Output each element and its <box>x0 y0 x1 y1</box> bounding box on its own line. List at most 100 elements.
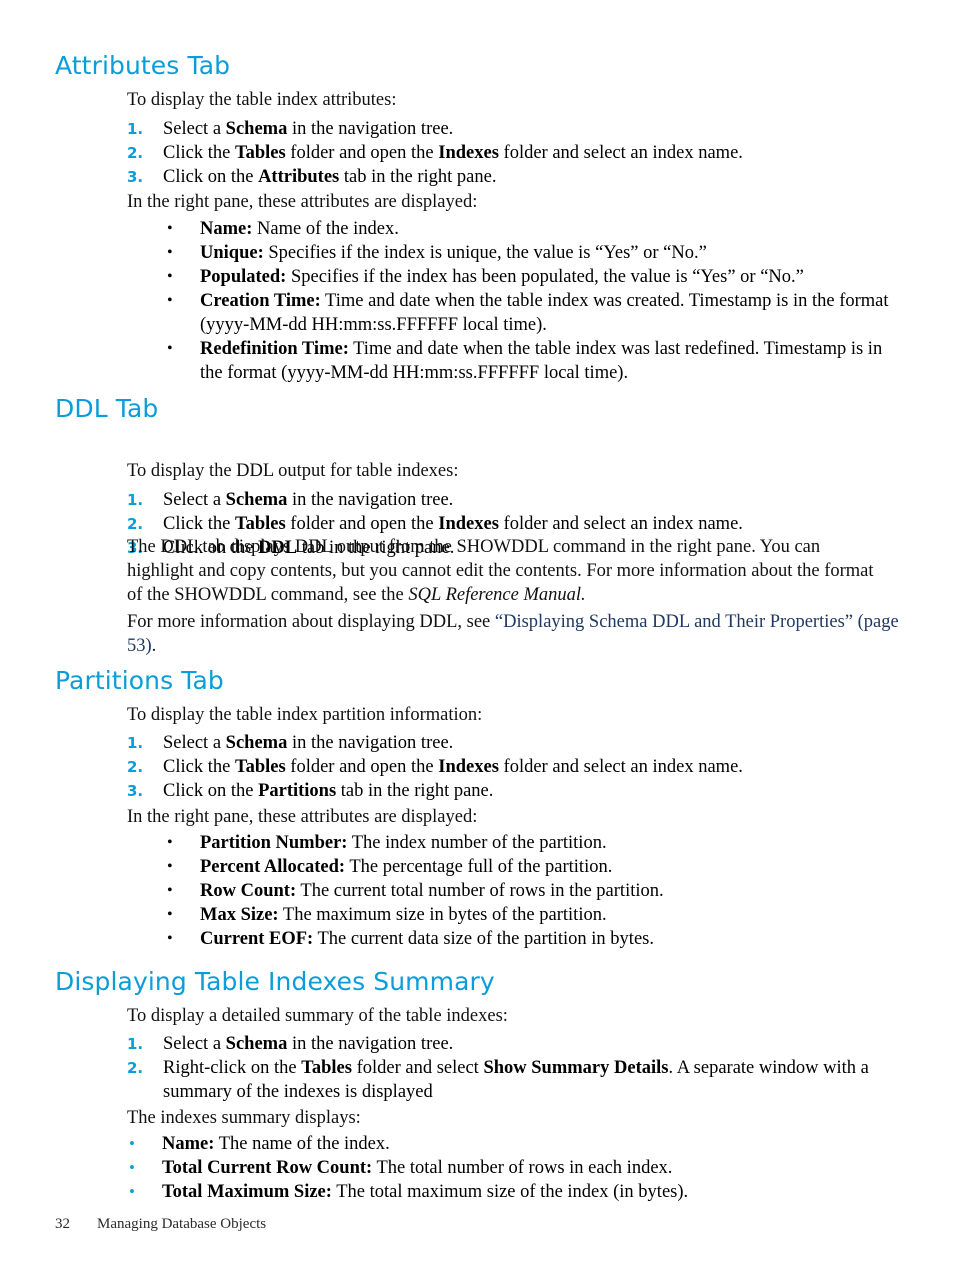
list-marker: 2. <box>127 515 144 533</box>
list-marker: 2. <box>127 144 144 162</box>
bullet-icon: • <box>167 268 173 285</box>
list-item: 2. Click the Tables folder and open the … <box>127 141 917 165</box>
list-item: 1. Select a Schema in the navigation tre… <box>127 117 917 141</box>
page-footer: 32 Managing Database Objects <box>55 1215 266 1233</box>
list-item: 3. Click on the Partitions tab in the ri… <box>127 779 917 803</box>
step-text: Select a Schema in the navigation tree. <box>163 1034 454 1054</box>
bullet-desc: The maximum size in bytes of the partiti… <box>278 905 607 925</box>
document-page: Attributes Tab To display the table inde… <box>0 0 954 1271</box>
bullet-term: Percent Allocated: <box>200 857 346 877</box>
list-marker: 1. <box>127 1035 144 1053</box>
bullet-term: Partition Number: <box>200 833 348 853</box>
list-item: 1. Select a Schema in the navigation tre… <box>127 731 917 755</box>
bullet-desc: The name of the index. <box>214 1134 390 1154</box>
bullet-icon: • <box>167 220 173 237</box>
bullet-term: Max Size: <box>200 905 279 925</box>
list-item: • Redefinition Time: Time and date when … <box>165 337 895 385</box>
xref-lead-in: For more information about displaying DD… <box>127 612 495 632</box>
bullet-icon: • <box>167 340 173 357</box>
xref-trailing: . <box>151 636 157 656</box>
bullet-icon: • <box>167 858 173 875</box>
bullet-desc: The total maximum size of the index (in … <box>331 1182 689 1202</box>
list-item: 1. Select a Schema in the navigation tre… <box>127 488 917 512</box>
bullet-term: Unique: <box>200 243 264 263</box>
bullet-icon: • <box>167 834 173 851</box>
bullet-term: Row Count: <box>200 881 297 901</box>
list-item: • Name: The name of the index. <box>127 1132 887 1156</box>
step-text: Click the Tables folder and open the Ind… <box>163 514 743 534</box>
step-text: Click on the Attributes tab in the right… <box>163 167 497 187</box>
bullet-desc: Specifies if the index is unique, the va… <box>263 243 707 263</box>
heading-ddl-tab: DDL Tab <box>55 394 159 423</box>
bullet-icon: • <box>167 244 173 261</box>
list-item: 2. Right-click on the Tables folder and … <box>127 1056 908 1104</box>
bullets-attributes-tab: • Name: Name of the index. • Unique: Spe… <box>165 217 895 385</box>
bullet-icon: • <box>167 906 173 923</box>
list-item: • Partition Number: The index number of … <box>165 831 895 855</box>
list-item: • Row Count: The current total number of… <box>165 879 895 903</box>
list-item: • Name: Name of the index. <box>165 217 895 241</box>
list-item: 1. Select a Schema in the navigation tre… <box>127 1032 917 1056</box>
list-item: 2. Click the Tables folder and open the … <box>127 512 917 536</box>
list-marker: 1. <box>127 120 144 138</box>
bullet-icon: • <box>167 882 173 899</box>
list-item: • Populated: Specifies if the index has … <box>165 265 895 289</box>
bullets-partitions-tab: • Partition Number: The index number of … <box>165 831 895 951</box>
list-item: • Unique: Specifies if the index is uniq… <box>165 241 895 265</box>
bullet-desc: The percentage full of the partition. <box>345 857 613 877</box>
bullet-icon: • <box>129 1134 135 1153</box>
bullet-term: Total Current Row Count: <box>162 1158 373 1178</box>
subintro-partitions-tab: In the right pane, these attributes are … <box>127 807 478 827</box>
heading-displaying-table-indexes-summary: Displaying Table Indexes Summary <box>55 967 495 996</box>
manual-title: SQL Reference Manual. <box>408 585 586 605</box>
bullet-term: Name: <box>200 219 253 239</box>
bullet-icon: • <box>129 1158 135 1177</box>
list-marker: 1. <box>127 734 144 752</box>
bullet-term: Populated: <box>200 267 287 287</box>
page-number: 32 <box>55 1216 70 1232</box>
list-item: • Percent Allocated: The percentage full… <box>165 855 895 879</box>
bullet-desc: Specifies if the index has been populate… <box>286 267 804 287</box>
bullet-desc: The total number of rows in each index. <box>372 1158 673 1178</box>
bullet-desc: The index number of the partition. <box>347 833 607 853</box>
intro-partitions-tab: To display the table index partition inf… <box>127 705 483 725</box>
bullets-indexes-summary: • Name: The name of the index. • Total C… <box>127 1132 887 1204</box>
list-marker: 3. <box>127 168 144 186</box>
step-text: Select a Schema in the navigation tree. <box>163 490 454 510</box>
list-item: • Current EOF: The current data size of … <box>165 927 895 951</box>
bullet-term: Name: <box>162 1134 215 1154</box>
bullet-desc: Name of the index. <box>252 219 399 239</box>
bullet-icon: • <box>167 930 173 947</box>
bullet-desc: The current total number of rows in the … <box>296 881 664 901</box>
list-item: • Creation Time: Time and date when the … <box>165 289 895 337</box>
list-item: • Total Current Row Count: The total num… <box>127 1156 887 1180</box>
bullet-term: Current EOF: <box>200 929 314 949</box>
list-item: • Max Size: The maximum size in bytes of… <box>165 903 895 927</box>
list-marker: 3. <box>127 782 144 800</box>
bullet-term: Total Maximum Size: <box>162 1182 332 1202</box>
step-text: Click the Tables folder and open the Ind… <box>163 143 743 163</box>
list-item: 2. Click the Tables folder and open the … <box>127 755 917 779</box>
bullet-icon: • <box>129 1182 135 1201</box>
steps-indexes-summary: 1. Select a Schema in the navigation tre… <box>127 1032 917 1104</box>
intro-indexes-summary: To display a detailed summary of the tab… <box>127 1006 508 1026</box>
footer-chapter-title: Managing Database Objects <box>97 1216 267 1232</box>
steps-attributes-tab: 1. Select a Schema in the navigation tre… <box>127 117 917 189</box>
step-text: Click on the Partitions tab in the right… <box>163 781 494 801</box>
intro-attributes-tab: To display the table index attributes: <box>127 90 397 110</box>
step-text: Select a Schema in the navigation tree. <box>163 733 454 753</box>
list-marker: 2. <box>127 758 144 776</box>
body-ddl-tab: The DDL tab displays DDL output from the… <box>127 535 879 607</box>
heading-attributes-tab: Attributes Tab <box>55 51 231 80</box>
heading-partitions-tab: Partitions Tab <box>55 666 224 695</box>
list-item: 3. Click on the Attributes tab in the ri… <box>127 165 917 189</box>
subintro-indexes-summary: The indexes summary displays: <box>127 1108 361 1128</box>
xref-paragraph-ddl: For more information about displaying DD… <box>127 610 902 658</box>
list-marker: 1. <box>127 491 144 509</box>
steps-partitions-tab: 1. Select a Schema in the navigation tre… <box>127 731 917 803</box>
list-item: • Total Maximum Size: The total maximum … <box>127 1180 887 1204</box>
intro-ddl-tab: To display the DDL output for table inde… <box>127 461 459 481</box>
bullet-term: Redefinition Time: <box>200 339 349 359</box>
list-marker: 2. <box>127 1059 144 1077</box>
step-text: Select a Schema in the navigation tree. <box>163 119 454 139</box>
